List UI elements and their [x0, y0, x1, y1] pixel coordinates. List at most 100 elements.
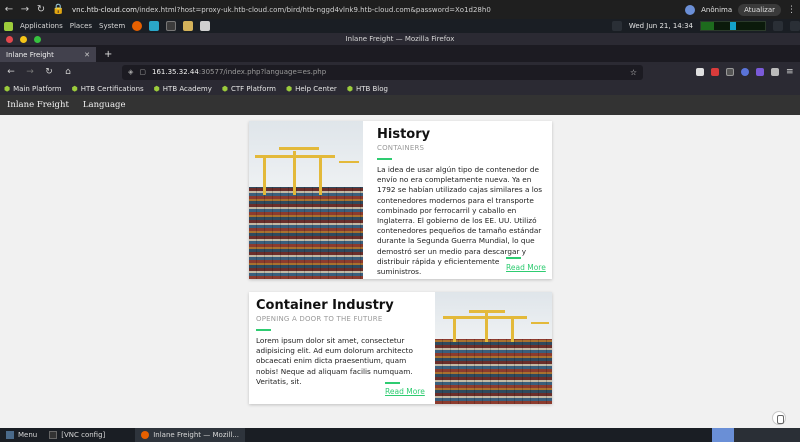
- back-icon[interactable]: ←: [6, 67, 16, 77]
- site-info-icon[interactable]: ▢: [139, 68, 146, 76]
- language-link[interactable]: Language: [83, 100, 126, 110]
- url-path: :30577/index.php?language=es.php: [198, 68, 327, 76]
- card-subtitle: OPENING A DOOR TO THE FUTURE: [256, 315, 383, 323]
- applications-icon[interactable]: [4, 21, 13, 31]
- network-icon[interactable]: [790, 21, 800, 31]
- system-monitor-graph: [700, 21, 766, 31]
- workspace-3[interactable]: [756, 428, 778, 442]
- accent-divider: [256, 329, 271, 331]
- bookmark-label: Help Center: [295, 84, 337, 93]
- accent-divider: [506, 257, 521, 259]
- scroll-to-top-button[interactable]: [772, 411, 786, 425]
- bottom-taskbar: Menu [VNC config] Inlane Freight — Mozil…: [0, 428, 800, 442]
- card-body: Lorem ipsum dolor sit amet, consectetur …: [256, 336, 413, 386]
- taskbar-vnc-label: [VNC config]: [61, 431, 106, 439]
- bookmark-ctf-platform[interactable]: ⬢ CTF Platform: [222, 85, 276, 93]
- screen-icon[interactable]: [611, 21, 622, 31]
- extension-icon-2[interactable]: [711, 68, 719, 76]
- terminal-launcher-icon[interactable]: [166, 21, 177, 31]
- read-more-link[interactable]: Read More: [506, 263, 546, 272]
- kebab-menu-icon[interactable]: ⋮: [787, 5, 796, 15]
- site-brand-link[interactable]: Inlane Freight: [7, 100, 69, 110]
- bookmark-main-platform[interactable]: ⬢ Main Platform: [4, 85, 62, 93]
- window-icon: [49, 431, 58, 439]
- forward-icon[interactable]: →: [20, 4, 30, 15]
- history-card: History CONTAINERS La idea de usar algún…: [249, 121, 552, 279]
- profile-name[interactable]: Anônima: [701, 6, 732, 14]
- back-icon[interactable]: ←: [4, 4, 14, 15]
- htb-cube-icon: ⬢: [221, 84, 228, 93]
- tab-strip: Inlane Freight ✕ +: [0, 45, 800, 62]
- reload-icon[interactable]: ↻: [44, 67, 54, 77]
- bookmarks-toolbar: ⬢ Main Platform ⬢ HTB Certifications ⬢ HTB …: [0, 82, 800, 95]
- host-browser-bar: ← → ↻ 🔒 vnc.htb-cloud.com/index.html?hos…: [0, 0, 800, 19]
- launcher-icon-2[interactable]: [149, 21, 160, 31]
- card-body: La idea de usar algún tipo de contenedor…: [377, 165, 543, 277]
- taskbar-firefox-window[interactable]: Inlane Freight — Mozill...: [135, 428, 246, 442]
- extension-icon-1[interactable]: [696, 68, 704, 76]
- bookmark-help-center[interactable]: ⬢ Help Center: [286, 85, 337, 93]
- files-launcher-icon[interactable]: [183, 21, 194, 31]
- card-subtitle: CONTAINERS: [377, 144, 425, 152]
- host-url-domain: vnc.htb-cloud.com: [72, 5, 137, 14]
- clock: Wed Jun 21, 14:34: [628, 22, 693, 30]
- url-text: 161.35.32.44:30577/index.php?language=es…: [152, 68, 326, 76]
- read-more-link[interactable]: Read More: [385, 387, 425, 396]
- url-host: 161.35.32.44: [152, 68, 199, 76]
- update-button[interactable]: Atualizar: [738, 3, 781, 16]
- bookmark-htb-certifications[interactable]: ⬢ HTB Certifications: [72, 85, 144, 93]
- htb-cube-icon: ⬢: [285, 84, 293, 93]
- accent-divider: [377, 158, 392, 160]
- menu-places[interactable]: Places: [70, 22, 92, 30]
- card-title: Container Industry: [256, 298, 394, 313]
- bookmark-label: CTF Platform: [231, 84, 276, 93]
- tab-inlane-freight[interactable]: Inlane Freight ✕: [0, 47, 96, 62]
- container-port-image: [249, 121, 363, 279]
- home-icon[interactable]: ⌂: [63, 67, 73, 77]
- reload-icon[interactable]: ↻: [36, 4, 46, 15]
- card-title: History: [377, 127, 431, 142]
- firefox-icon: [141, 431, 150, 439]
- site-navbar: Inlane Freight Language: [0, 95, 800, 115]
- menu-icon: [6, 431, 14, 439]
- tab-title: Inlane Freight: [6, 50, 54, 59]
- bookmark-htb-academy[interactable]: ⬢ HTB Academy: [154, 85, 212, 93]
- navigation-toolbar: ← → ↻ ⌂ ◈ ▢ 161.35.32.44:30577/index.php…: [0, 62, 800, 82]
- extension-icon-3[interactable]: [726, 68, 734, 76]
- close-tab-icon[interactable]: ✕: [84, 51, 90, 59]
- workspace-2[interactable]: [734, 428, 756, 442]
- bookmark-label: HTB Academy: [162, 84, 212, 93]
- app-menu-icon[interactable]: ≡: [786, 68, 794, 77]
- forward-icon[interactable]: →: [25, 67, 35, 77]
- taskbar-firefox-label: Inlane Freight — Mozill...: [153, 431, 240, 439]
- page-content: History CONTAINERS La idea de usar algún…: [0, 115, 800, 428]
- extension-icon-4[interactable]: [741, 68, 749, 76]
- firefox-launcher-icon[interactable]: [132, 21, 143, 31]
- workspace-4[interactable]: [778, 428, 800, 442]
- text-editor-launcher-icon[interactable]: [200, 21, 211, 31]
- htb-cube-icon: ⬢: [71, 84, 78, 93]
- menu-system[interactable]: System: [99, 22, 125, 30]
- shield-icon[interactable]: ◈: [128, 68, 133, 76]
- host-url-rest: /index.html?host=proxy-uk.htb-cloud.com/…: [136, 5, 491, 14]
- bookmark-star-icon[interactable]: ☆: [630, 68, 637, 77]
- taskbar-menu[interactable]: Menu: [0, 428, 43, 442]
- new-tab-icon[interactable]: +: [104, 47, 112, 62]
- bookmark-label: HTB Blog: [355, 84, 388, 93]
- bookmark-htb-blog[interactable]: ⬢ HTB Blog: [347, 85, 388, 93]
- menu-applications[interactable]: Applications: [20, 22, 63, 30]
- window-title: Inlane Freight — Mozilla Firefox: [345, 35, 455, 43]
- profile-avatar-icon[interactable]: [685, 4, 696, 15]
- taskbar-vnc-config[interactable]: [VNC config]: [43, 428, 135, 442]
- htb-cube-icon: ⬢: [153, 84, 160, 93]
- container-industry-card: Container Industry OPENING A DOOR TO THE…: [249, 292, 552, 404]
- bookmark-label: Main Platform: [13, 84, 62, 93]
- workspace-1[interactable]: [712, 428, 734, 442]
- extension-icon-5[interactable]: [756, 68, 764, 76]
- host-url[interactable]: vnc.htb-cloud.com/index.html?host=proxy-…: [72, 6, 679, 14]
- extensions-icon[interactable]: [771, 68, 779, 76]
- tray-icon[interactable]: [773, 21, 783, 31]
- url-bar[interactable]: ◈ ▢ 161.35.32.44:30577/index.php?languag…: [122, 64, 643, 80]
- lock-icon[interactable]: 🔒: [52, 4, 64, 15]
- htb-cube-icon: ⬢: [346, 84, 353, 93]
